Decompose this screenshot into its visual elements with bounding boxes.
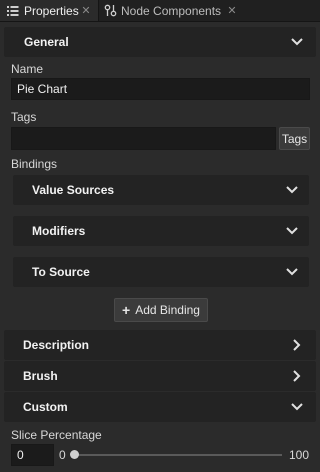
- chevron-down-icon: [286, 268, 298, 276]
- section-general-header[interactable]: General: [4, 27, 316, 57]
- chevron-right-icon: [293, 370, 301, 382]
- close-icon[interactable]: ✕: [79, 3, 93, 17]
- plus-icon: +: [122, 302, 131, 318]
- value-sources-header[interactable]: Value Sources: [13, 175, 309, 205]
- tags-button[interactable]: Tags: [279, 127, 310, 150]
- slider-max-label: 100: [289, 448, 310, 462]
- slider-track[interactable]: [72, 454, 282, 456]
- modifiers-header[interactable]: Modifiers: [13, 216, 309, 246]
- section-brush-title: Brush: [23, 369, 58, 383]
- tags-label: Tags: [11, 110, 37, 124]
- section-custom-title: Custom: [23, 400, 68, 414]
- chevron-down-icon: [291, 38, 303, 46]
- close-icon[interactable]: ✕: [225, 3, 239, 17]
- chevron-down-icon: [286, 227, 298, 235]
- slice-percentage-label: Slice Percentage: [11, 428, 102, 442]
- tab-properties-label: Properties: [24, 3, 79, 18]
- slider-thumb[interactable]: [70, 450, 79, 459]
- to-source-header[interactable]: To Source: [13, 257, 309, 287]
- chevron-down-icon: [286, 186, 298, 194]
- tab-node-components-label: Node Components: [121, 3, 222, 18]
- slice-percentage-input[interactable]: 0: [11, 444, 54, 466]
- to-source-title: To Source: [32, 265, 90, 279]
- list-icon: [6, 4, 20, 18]
- bindings-label: Bindings: [11, 157, 58, 171]
- name-field[interactable]: Pie Chart: [11, 78, 310, 100]
- tab-bar: Properties ✕ Node Components ✕: [0, 0, 320, 22]
- chevron-right-icon: [293, 339, 301, 351]
- tab-properties[interactable]: Properties ✕: [0, 0, 99, 21]
- name-label: Name: [11, 62, 44, 76]
- section-description-header[interactable]: Description: [4, 330, 316, 360]
- modifiers-title: Modifiers: [32, 224, 86, 238]
- value-sources-title: Value Sources: [32, 183, 115, 197]
- add-binding-button[interactable]: + Add Binding: [114, 298, 208, 322]
- chevron-down-icon: [291, 403, 303, 411]
- tags-field[interactable]: [11, 127, 276, 150]
- add-binding-label: Add Binding: [135, 303, 200, 317]
- tab-node-components[interactable]: Node Components ✕: [99, 0, 244, 21]
- node-components-icon: [103, 4, 117, 18]
- section-brush-header[interactable]: Brush: [4, 361, 316, 391]
- section-custom-header[interactable]: Custom: [4, 392, 316, 422]
- section-general-title: General: [24, 35, 69, 49]
- section-description-title: Description: [23, 338, 90, 352]
- slider-min-label: 0: [59, 448, 66, 462]
